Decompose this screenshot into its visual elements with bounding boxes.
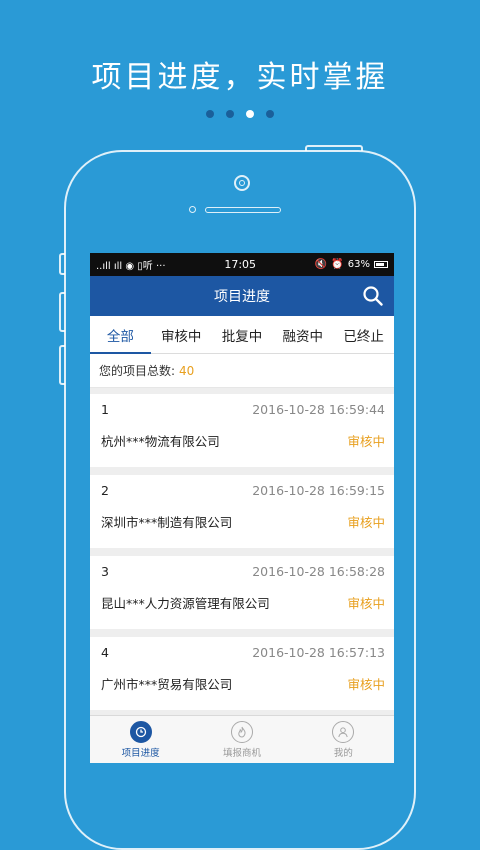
tab-terminated[interactable]: 已终止 <box>333 316 394 353</box>
nav-label: 项目进度 <box>121 748 160 759</box>
bottom-nav: 项目进度 填报商机 我的 <box>90 715 394 763</box>
phone-screen: ..ıll ıll ◉ ▯听 ··· 17:05 🔇 ⏰ 63% 项目进度 全部… <box>90 253 394 763</box>
headline: 项目进度，实时掌握 <box>91 60 389 95</box>
project-company: 广州市***贸易有限公司 <box>101 677 233 692</box>
battery-percent: 63% <box>347 259 370 270</box>
battery-icon <box>373 261 388 268</box>
page-title: 项目进度 <box>214 289 270 305</box>
project-time: 2016-10-28 16:57:13 <box>252 645 385 660</box>
nav-submit-opportunity[interactable]: 填报商机 <box>191 716 292 763</box>
project-summary: 您的项目总数: 40 <box>90 354 394 388</box>
project-company: 杭州***物流有限公司 <box>101 434 220 449</box>
project-card[interactable]: 1 2016-10-28 16:59:44 杭州***物流有限公司 审核中 <box>90 394 394 467</box>
flame-icon <box>230 721 253 743</box>
nav-profile[interactable]: 我的 <box>293 716 394 763</box>
pager-dots <box>0 110 480 118</box>
project-index: 2 <box>101 483 109 498</box>
pager-dot[interactable] <box>206 110 214 118</box>
nav-label: 填报商机 <box>222 748 261 759</box>
project-status: 审核中 <box>347 596 385 611</box>
nav-project-progress[interactable]: 项目进度 <box>90 716 191 763</box>
project-status: 审核中 <box>347 434 385 449</box>
user-icon <box>332 721 355 743</box>
project-index: 3 <box>101 564 109 579</box>
project-index: 1 <box>101 402 109 417</box>
phone-sensor <box>189 206 196 213</box>
summary-label: 您的项目总数: <box>99 364 176 378</box>
pager-dot[interactable] <box>226 110 234 118</box>
project-index: 4 <box>101 645 109 660</box>
status-right: 🔇 ⏰ 63% <box>315 259 388 270</box>
pager-dot-active[interactable] <box>246 110 254 118</box>
project-company: 昆山***人力资源管理有限公司 <box>101 596 270 611</box>
search-icon[interactable] <box>362 285 384 307</box>
status-icons: ..ıll ıll ◉ ▯听 ··· <box>96 261 166 272</box>
project-time: 2016-10-28 16:58:28 <box>252 564 385 579</box>
project-card[interactable]: 3 2016-10-28 16:58:28 昆山***人力资源管理有限公司 审核… <box>90 556 394 629</box>
mute-icon: 🔇 <box>314 259 328 270</box>
project-time: 2016-10-28 16:59:15 <box>252 483 385 498</box>
alarm-icon: ⏰ <box>331 259 344 270</box>
project-count: 40 <box>179 363 195 378</box>
tab-all[interactable]: 全部 <box>90 316 151 354</box>
clock-icon <box>129 721 152 743</box>
phone-speaker <box>205 207 281 213</box>
project-company: 深圳市***制造有限公司 <box>101 515 233 530</box>
phone-camera <box>234 175 250 191</box>
project-status: 审核中 <box>347 515 385 530</box>
app-bar: 项目进度 <box>90 276 394 316</box>
tab-financing[interactable]: 融资中 <box>272 316 333 353</box>
tab-approving[interactable]: 批复中 <box>212 316 273 353</box>
tab-reviewing[interactable]: 审核中 <box>151 316 212 353</box>
filter-tabs: 全部 审核中 批复中 融资中 已终止 <box>90 316 394 354</box>
pager-dot[interactable] <box>266 110 274 118</box>
project-card[interactable]: 2 2016-10-28 16:59:15 深圳市***制造有限公司 审核中 <box>90 475 394 548</box>
project-list: 1 2016-10-28 16:59:44 杭州***物流有限公司 审核中 2 … <box>90 388 394 710</box>
project-card[interactable]: 4 2016-10-28 16:57:13 广州市***贸易有限公司 审核中 <box>90 637 394 710</box>
project-status: 审核中 <box>347 677 385 692</box>
nav-label: 我的 <box>333 748 353 759</box>
project-time: 2016-10-28 16:59:44 <box>252 402 385 417</box>
status-bar: ..ıll ıll ◉ ▯听 ··· 17:05 🔇 ⏰ 63% <box>90 253 394 276</box>
status-time: 17:05 <box>224 258 257 271</box>
